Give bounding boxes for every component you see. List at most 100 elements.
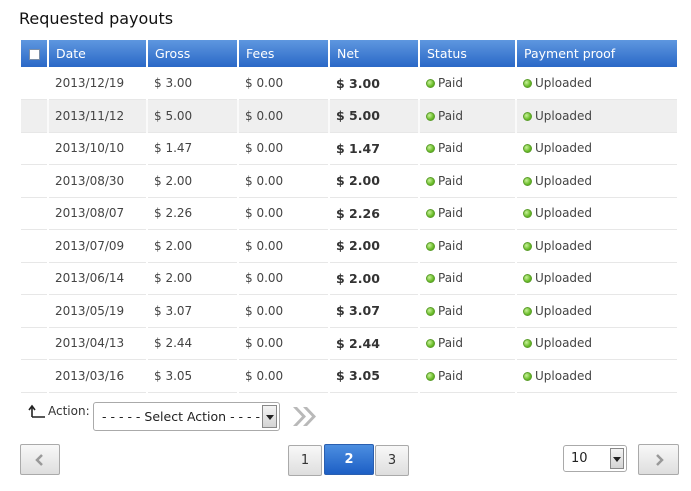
table-row[interactable]: 2013/12/19 $ 3.00 $ 0.00 $ 3.00 Paid Uploaded — [21, 67, 677, 100]
column-header-status[interactable]: Status — [419, 40, 517, 67]
status-dot-icon — [523, 371, 532, 381]
status-text: Paid — [438, 368, 464, 383]
payment-proof-cell: Uploaded — [516, 360, 677, 393]
status-text: Paid — [438, 238, 464, 253]
net-cell: $ 2.00 — [329, 229, 420, 262]
status-dot-icon — [523, 176, 532, 186]
status-dot-icon — [426, 339, 435, 349]
gross-cell: $ 3.07 — [147, 294, 239, 327]
checkbox-cell — [21, 164, 49, 197]
payment-proof-cell: Uploaded — [516, 100, 677, 133]
proof-text: Uploaded — [535, 303, 593, 318]
gross-cell: $ 2.00 — [147, 262, 239, 295]
table-row[interactable]: 2013/08/30 $ 2.00 $ 0.00 $ 2.00 Paid Uploaded — [21, 164, 677, 197]
status-cell: Paid — [419, 164, 517, 197]
table-row[interactable]: 2013/05/19 $ 3.07 $ 0.00 $ 3.07 Paid Uploaded — [21, 294, 677, 327]
status-dot-icon — [426, 241, 435, 251]
status-text: Paid — [438, 141, 464, 156]
chevron-right-icon — [655, 454, 664, 466]
date-cell: 2013/06/14 — [48, 262, 148, 295]
status-dot-icon — [426, 176, 435, 186]
fees-cell: $ 0.00 — [238, 164, 330, 197]
table-row[interactable]: 2013/08/07 $ 2.26 $ 0.00 $ 2.26 Paid Uploaded — [21, 197, 677, 230]
date-cell: 2013/08/30 — [48, 164, 148, 197]
status-text: Paid — [438, 271, 464, 286]
status-text: Paid — [438, 108, 464, 123]
status-cell: Paid — [419, 359, 517, 392]
action-select-dropdown-button[interactable] — [262, 405, 277, 428]
status-dot-icon — [426, 306, 435, 316]
page-button-1[interactable]: 1 — [288, 445, 322, 476]
column-header-net[interactable]: Net — [329, 40, 420, 67]
net-cell: $ 3.07 — [329, 294, 420, 327]
table-row[interactable]: 2013/03/16 $ 3.05 $ 0.00 $ 3.05 Paid Uploaded — [21, 359, 677, 393]
fees-cell: $ 0.00 — [238, 197, 330, 230]
date-cell: 2013/03/16 — [48, 359, 148, 392]
page-button-2-current[interactable]: 2 — [324, 444, 374, 475]
fees-cell: $ 0.00 — [238, 359, 330, 392]
status-cell: Paid — [419, 197, 517, 230]
table-row[interactable]: 2013/06/14 $ 2.00 $ 0.00 $ 2.00 Paid Uploaded — [21, 262, 677, 295]
fees-cell: $ 0.00 — [238, 99, 330, 132]
date-cell: 2013/11/12 — [48, 99, 148, 132]
status-dot-icon — [523, 144, 532, 154]
status-dot-icon — [523, 79, 532, 88]
gross-cell: $ 2.44 — [147, 327, 239, 360]
checkbox-cell — [21, 99, 49, 132]
status-dot-icon — [426, 144, 435, 154]
status-text: Paid — [438, 76, 464, 90]
date-cell: 2013/12/19 — [48, 67, 148, 100]
status-dot-icon — [523, 306, 532, 316]
fees-cell: $ 0.00 — [238, 327, 330, 360]
per-page-value: 10 — [571, 451, 588, 466]
gross-cell: $ 2.00 — [147, 229, 239, 262]
table-row[interactable]: 2013/04/13 $ 2.44 $ 0.00 $ 2.44 Paid Uploaded — [21, 327, 677, 360]
status-dot-icon — [523, 111, 532, 121]
table-row[interactable]: 2013/10/10 $ 1.47 $ 0.00 $ 1.47 Paid Uploaded — [21, 132, 677, 165]
status-cell: Paid — [419, 132, 517, 165]
column-header-payment-proof[interactable]: Payment proof — [516, 40, 677, 67]
proof-text: Uploaded — [535, 238, 593, 253]
select-all-checkbox-cell[interactable] — [21, 40, 49, 67]
status-dot-icon — [426, 111, 435, 121]
column-header-date[interactable]: Date — [48, 40, 148, 67]
status-text: Paid — [438, 206, 464, 221]
action-select-value: - - - - - Select Action - - - - - — [102, 409, 269, 424]
proof-text: Uploaded — [535, 336, 593, 351]
net-cell: $ 2.26 — [329, 197, 420, 230]
action-select[interactable]: - - - - - Select Action - - - - - — [93, 402, 280, 431]
select-all-checkbox[interactable] — [28, 49, 40, 60]
checkbox-cell — [21, 262, 49, 295]
table-row[interactable]: 2013/11/12 $ 5.00 $ 0.00 $ 5.00 Paid Uploaded — [21, 99, 677, 133]
table-row[interactable]: 2013/07/09 $ 2.00 $ 0.00 $ 2.00 Paid Uploaded — [21, 229, 677, 262]
per-page-dropdown-button[interactable] — [610, 448, 624, 469]
chevron-left-icon — [35, 454, 43, 466]
per-page-select[interactable]: 10 — [563, 445, 627, 472]
proof-text: Uploaded — [535, 206, 593, 221]
date-cell: 2013/05/19 — [48, 294, 148, 327]
apply-action-double-chevron-icon[interactable] — [289, 404, 319, 429]
status-cell: Paid — [419, 327, 517, 360]
checkbox-cell — [21, 67, 49, 100]
status-dot-icon — [523, 274, 532, 284]
checkbox-cell — [21, 197, 49, 230]
gross-cell: $ 1.47 — [147, 132, 239, 165]
status-text: Paid — [438, 336, 464, 351]
net-cell: $ 2.00 — [329, 164, 420, 197]
gross-cell: $ 3.05 — [147, 359, 239, 392]
fees-cell: $ 0.00 — [238, 294, 330, 327]
next-page-button[interactable] — [638, 444, 679, 475]
prev-page-button[interactable] — [20, 444, 60, 475]
page-button-3[interactable]: 3 — [375, 445, 409, 476]
payouts-table: Date Gross Fees Net Status Payment proof… — [21, 40, 677, 393]
fees-cell: $ 0.00 — [238, 262, 330, 295]
status-cell: Paid — [419, 67, 517, 100]
column-header-gross[interactable]: Gross — [147, 40, 239, 67]
proof-text: Uploaded — [535, 173, 593, 188]
checkbox-cell — [21, 229, 49, 262]
column-header-fees[interactable]: Fees — [238, 40, 330, 67]
gross-cell: $ 2.26 — [147, 197, 239, 230]
table-header-row: Date Gross Fees Net Status Payment proof — [21, 40, 677, 67]
gross-cell: $ 2.00 — [147, 164, 239, 197]
proof-text: Uploaded — [535, 76, 593, 90]
